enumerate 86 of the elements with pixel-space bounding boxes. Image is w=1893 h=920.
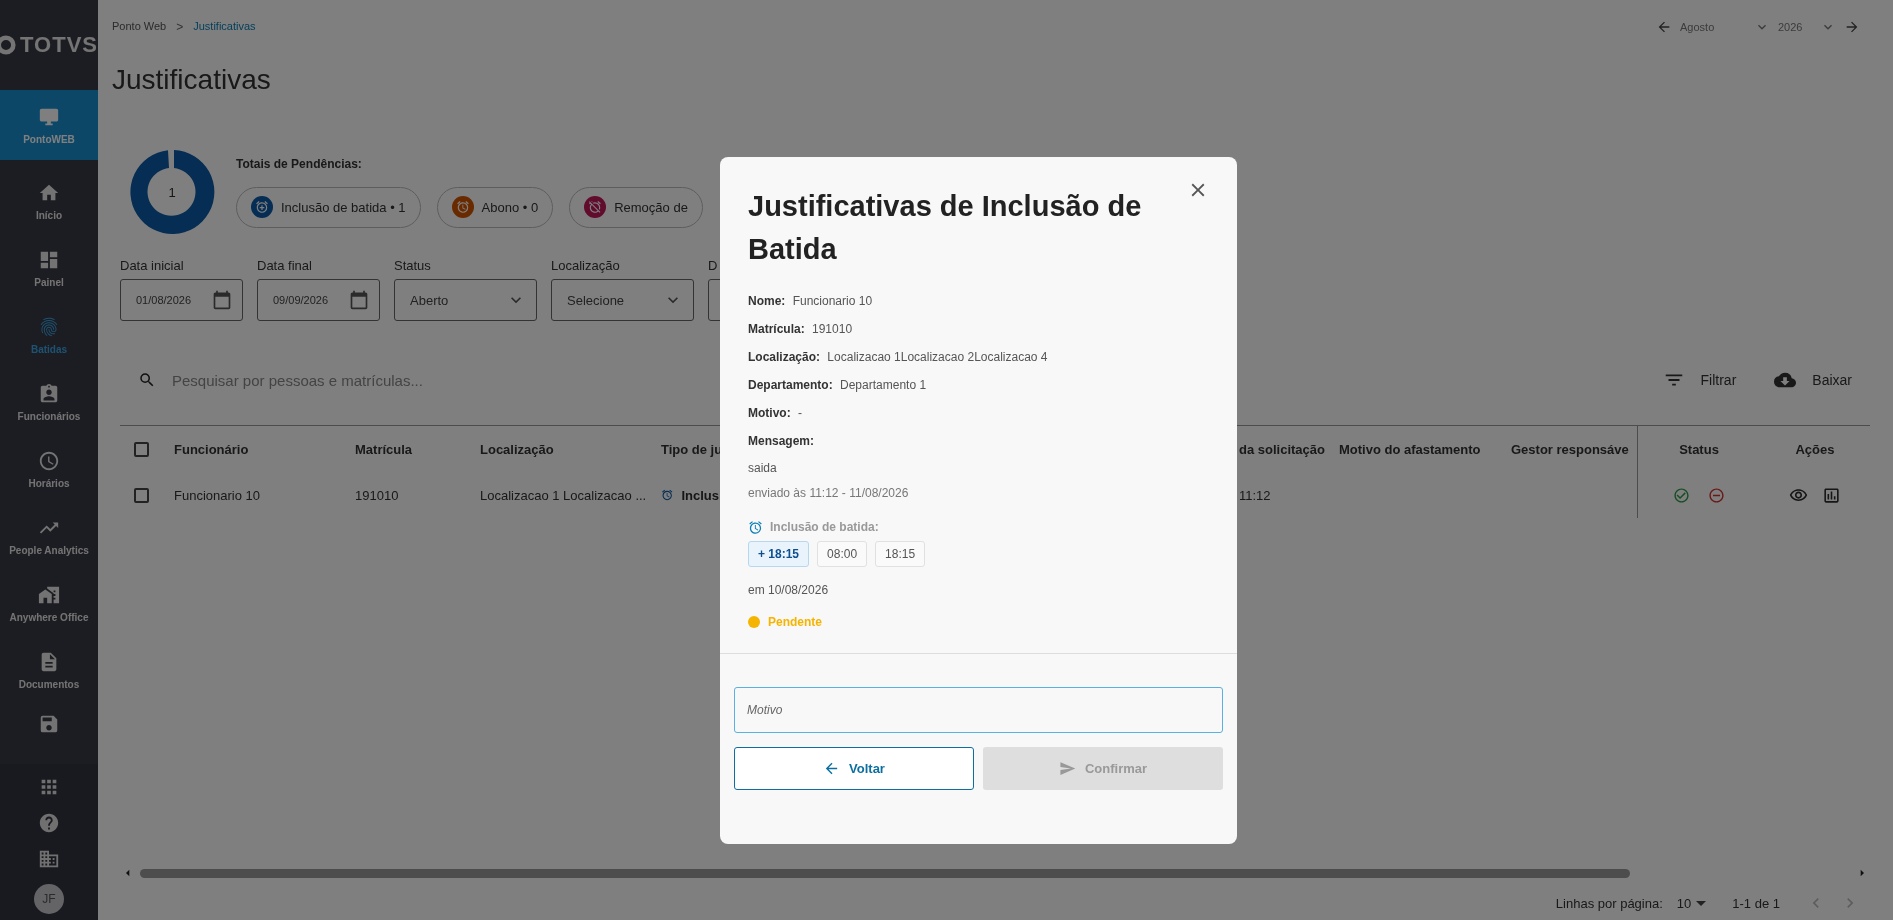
sidebar-item[interactable]: Horários xyxy=(0,436,98,503)
filter-label: Data inicial xyxy=(120,258,185,273)
column-header: Status xyxy=(1679,441,1719,457)
module-tab[interactable]: PontoWEB xyxy=(0,90,98,160)
column-header: Matrícula xyxy=(355,441,414,457)
month-select[interactable]: Agosto xyxy=(1680,19,1770,35)
field-label: Mensagem: xyxy=(748,434,815,448)
date-field[interactable]: 01/08/2026 xyxy=(120,279,243,321)
filter-label: Data final xyxy=(257,258,313,273)
select-all-checkbox[interactable] xyxy=(134,441,149,457)
detail-line: Departamento: Departamento 1 xyxy=(748,378,927,392)
column-header: Funcionário xyxy=(174,441,250,457)
search-field[interactable]: Pesquisar por pessoas e matrículas... xyxy=(138,370,658,390)
column-header: Gestor responsáve xyxy=(1511,441,1630,457)
table-cell-text: 11:12 xyxy=(1239,487,1272,503)
punch-date: em 10/08/2026 xyxy=(748,582,830,599)
calendar-icon xyxy=(349,290,369,310)
alarm-icon xyxy=(748,519,763,535)
filter-label: Status xyxy=(394,258,432,273)
donut-value: 1 xyxy=(168,184,176,200)
alarm-icon xyxy=(451,196,474,218)
user-avatar[interactable]: JF xyxy=(34,884,64,914)
detail-line: Localização: Localizacao 1Localizacao 2Localizacao 4 xyxy=(748,350,1048,364)
back-button[interactable]: Voltar xyxy=(734,747,974,790)
column-header: Localização xyxy=(480,441,555,457)
alarm-icon xyxy=(661,487,674,503)
send-icon xyxy=(1058,760,1076,777)
select-field[interactable]: Selecione xyxy=(551,279,694,321)
column-header: Motivo do afastamento xyxy=(1339,441,1482,457)
rows-per-page-label: Linhas por página: xyxy=(1555,895,1663,911)
select-field[interactable]: Aberto xyxy=(394,279,537,321)
detail-line: Nome: Funcionario 10 xyxy=(748,294,873,308)
save-icon[interactable] xyxy=(38,713,60,735)
sidebar-item[interactable]: Início xyxy=(0,168,98,235)
detail-line: Motivo: - xyxy=(748,406,802,420)
reject-icon[interactable] xyxy=(1708,486,1725,504)
sent-time: enviado às 11:12 - 11/08/2026 xyxy=(748,484,910,502)
status-text: Pendente xyxy=(768,615,822,629)
page-title: Justificativas xyxy=(112,63,272,97)
sidebar-item[interactable]: Painel xyxy=(0,235,98,302)
table-cell-text: Funcionario 10 xyxy=(174,487,261,503)
logo-icon xyxy=(0,34,17,56)
filter-button[interactable]: Filtrar xyxy=(1662,369,1737,391)
sidebar-item[interactable]: Documentos xyxy=(0,637,98,704)
help-icon[interactable] xyxy=(38,812,60,834)
column-header: Ações xyxy=(1794,441,1836,457)
next-month-icon[interactable] xyxy=(1844,19,1860,35)
filter-label: D xyxy=(708,258,719,273)
alarm-icon xyxy=(584,196,607,218)
reason-field[interactable]: Motivo xyxy=(734,687,1223,733)
calendar-icon xyxy=(212,290,232,310)
alarm-icon xyxy=(251,196,273,218)
year-select[interactable]: 2026 xyxy=(1778,19,1836,35)
breadcrumb-separator: > xyxy=(176,20,184,34)
previous-month-icon[interactable] xyxy=(1656,19,1672,35)
building-icon[interactable] xyxy=(38,848,60,870)
scrollbar-thumb[interactable] xyxy=(140,868,1630,878)
time-chip: + 18:15 xyxy=(748,541,810,567)
breadcrumb-link[interactable]: Justificativas xyxy=(193,20,256,34)
table-cell: Inclus xyxy=(661,487,719,503)
date-field[interactable]: 09/09/2026 xyxy=(257,279,380,321)
time-chip: 08:00 xyxy=(817,541,868,567)
punch-label: Inclusão de batida: xyxy=(770,520,879,534)
rows-per-page-select[interactable]: 10 xyxy=(1676,895,1707,911)
row-checkbox[interactable] xyxy=(134,487,149,503)
sidebar-item[interactable]: Anywhere Office xyxy=(0,570,98,637)
sidebar-item[interactable]: Batidas xyxy=(0,302,98,369)
modal-title: Justificativas de Inclusão de Batida xyxy=(748,189,1143,267)
breadcrumb-link[interactable]: Ponto Web xyxy=(112,20,167,34)
logo: TOTVS xyxy=(20,32,98,58)
download-button[interactable]: Baixar xyxy=(1774,369,1852,391)
time-chip: 18:15 xyxy=(875,541,926,567)
approve-icon[interactable] xyxy=(1673,486,1690,504)
search-icon xyxy=(138,371,156,389)
sidebar-item[interactable]: Funcionários xyxy=(0,369,98,436)
filter-label: Localização xyxy=(551,258,621,273)
chart-icon[interactable] xyxy=(1822,485,1841,505)
table-cell-text: 191010 xyxy=(355,487,400,503)
totals-label: Totais de Pendências: xyxy=(236,156,363,171)
column-header: da solicitação xyxy=(1239,441,1326,457)
page-range: 1-1 de 1 xyxy=(1732,895,1780,911)
caret-down-icon xyxy=(1696,900,1707,906)
table-cell-text: Localizacao 1 Localizacao ... xyxy=(480,487,648,503)
detail-line: Matrícula: 191010 xyxy=(748,322,853,336)
message-text: saida xyxy=(748,459,778,477)
sidebar-item[interactable]: People Analytics xyxy=(0,503,98,570)
